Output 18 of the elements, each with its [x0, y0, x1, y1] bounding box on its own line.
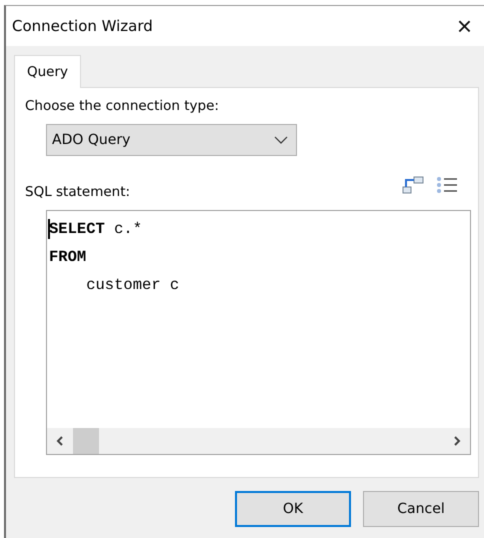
text-cursor: [48, 219, 50, 239]
list-icon[interactable]: [436, 176, 458, 194]
connection-type-label: Choose the connection type:: [25, 98, 220, 114]
cancel-button[interactable]: Cancel: [363, 491, 479, 527]
code-line: customer c: [85, 275, 180, 296]
connection-type-dropdown[interactable]: ADO Query: [46, 124, 297, 156]
query-builder-icon[interactable]: [402, 176, 424, 194]
sql-statement-label: SQL statement:: [25, 184, 130, 200]
chevron-down-icon: [274, 136, 288, 144]
code-line: SELECT c.*: [49, 219, 144, 240]
code-line: FROM: [49, 247, 88, 268]
tab[interactable]: Query: [14, 55, 82, 88]
window-title: Connection Wizard: [12, 17, 153, 35]
sql-editor[interactable]: SELECT c.* FROM customer c: [46, 210, 471, 455]
scrollbar-thumb[interactable]: [73, 428, 99, 454]
ok-button[interactable]: OK: [235, 491, 351, 527]
horizontal-scrollbar[interactable]: [47, 428, 470, 454]
close-button[interactable]: ×: [452, 13, 476, 39]
